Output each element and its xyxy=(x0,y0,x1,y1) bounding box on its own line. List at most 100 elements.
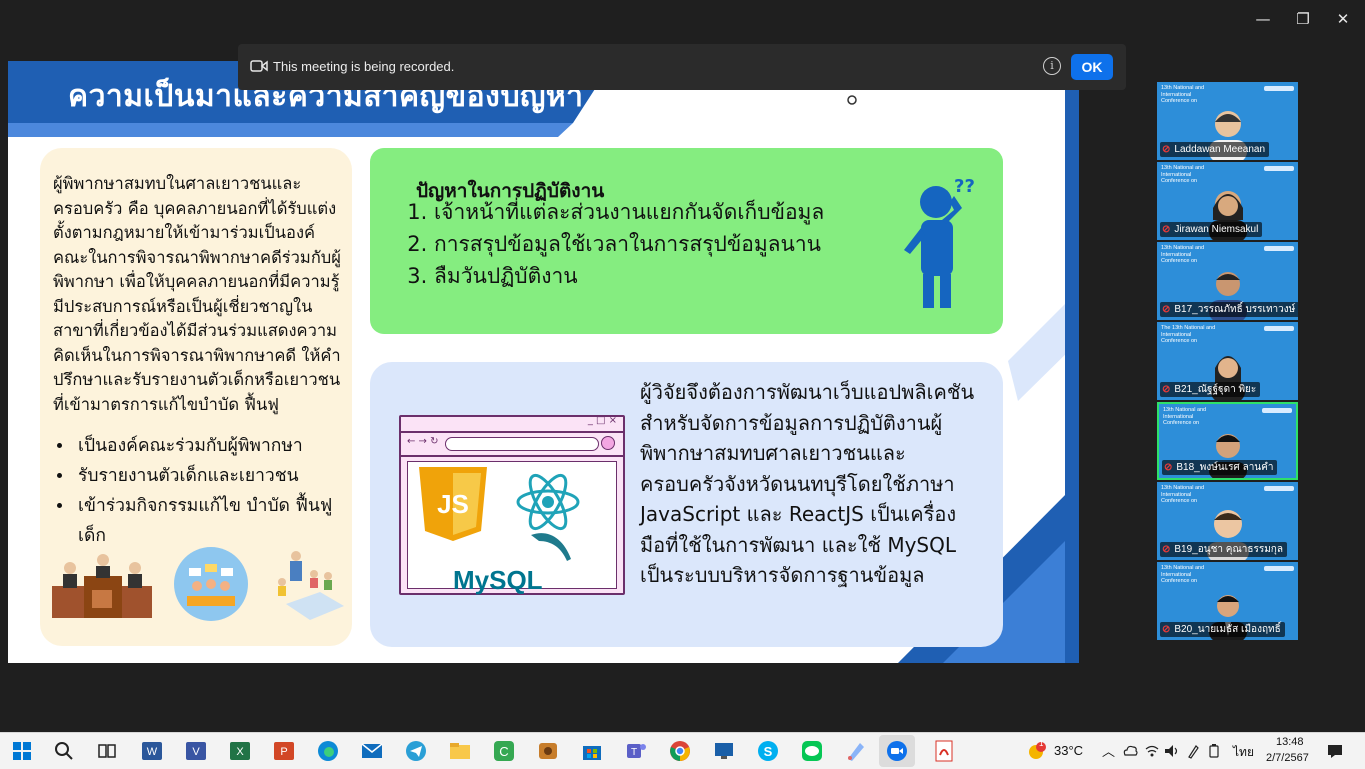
svg-text:X: X xyxy=(236,746,244,758)
children-activity-illustration xyxy=(278,551,344,620)
react-logo-icon xyxy=(516,473,580,531)
background-paragraph: ผู้พิพากษาสมทบในศาลเยาวชนและครอบครัว คือ… xyxy=(53,174,341,414)
js-logo-text: JS xyxy=(437,489,469,519)
svg-text:P: P xyxy=(280,746,287,758)
skype-icon[interactable]: S xyxy=(756,739,780,763)
word-icon[interactable]: W xyxy=(140,739,164,763)
background-card: ผู้พิพากษาสมทบในศาลเยาวชนและครอบครัว คือ… xyxy=(40,148,352,646)
muted-mic-icon: ⊘ xyxy=(1162,624,1171,635)
conference-logos xyxy=(1262,408,1292,413)
list-item: เป็นองค์คณะร่วมกับผู้พิพากษา xyxy=(74,431,352,461)
visio-icon[interactable]: V xyxy=(184,739,208,763)
list-item: รับรายงานตัวเด็กและเยาวชน xyxy=(74,461,352,491)
javascript-logo-icon: JS xyxy=(419,467,487,541)
participant-name: ⊘ Laddawan Meeanan xyxy=(1160,142,1270,157)
notification-icon[interactable] xyxy=(1327,743,1343,759)
recording-message: This meeting is being recorded. xyxy=(273,59,455,74)
telegram-icon[interactable] xyxy=(404,739,428,763)
muted-mic-icon: ⊘ xyxy=(1162,384,1171,395)
pen-icon[interactable] xyxy=(1186,743,1200,759)
participant-tile[interactable]: The 13th National and International Conf… xyxy=(1157,322,1298,400)
recording-banner: This meeting is being recorded. i OK xyxy=(238,44,1126,90)
browser-url-field xyxy=(445,437,599,451)
browser-title-bar: _ □ × xyxy=(401,415,623,433)
restore-button[interactable]: ❐ xyxy=(1290,8,1316,30)
meeting-illustration xyxy=(174,547,248,621)
solution-text: ผู้วิจัยจึงต้องการพัฒนาเว็บแอปพลิเคชันสำ… xyxy=(640,380,975,587)
weather-icon[interactable] xyxy=(1026,741,1048,761)
wifi-icon[interactable] xyxy=(1144,744,1160,758)
info-icon[interactable]: i xyxy=(1043,57,1061,75)
remote-desktop-icon[interactable] xyxy=(712,739,736,763)
participant-tile-active-speaker[interactable]: 13th National and International Conferen… xyxy=(1157,402,1298,480)
teams-icon[interactable]: T xyxy=(624,739,648,763)
muted-mic-icon: ⊘ xyxy=(1164,462,1173,473)
pdf-reader-icon[interactable] xyxy=(932,739,956,763)
conference-logos xyxy=(1264,486,1294,491)
windows-taskbar: W V X P C T S 1 33°C ︿ ไทย 13:48 2/7/256… xyxy=(0,732,1365,769)
mouse-cursor-icon xyxy=(847,95,857,105)
line-icon[interactable] xyxy=(800,739,824,763)
search-icon[interactable] xyxy=(52,739,76,763)
minimize-button[interactable]: — xyxy=(1250,8,1276,30)
participant-tile[interactable]: 13th National and International Conferen… xyxy=(1157,242,1298,320)
shared-screen-slide: ความเป็นมาและความสำคัญของปัญหา ผู้พิพากษ… xyxy=(8,61,1079,663)
clock-time[interactable]: 13:48 xyxy=(1276,736,1304,748)
muted-mic-icon: ⊘ xyxy=(1162,544,1171,555)
participant-tile[interactable]: 13th National and International Conferen… xyxy=(1157,482,1298,560)
svg-text:V: V xyxy=(192,746,200,758)
participant-name: ⊘ B18_พงษ์นเรศ ลานคำ xyxy=(1162,460,1278,475)
weather-badge: 1 xyxy=(1039,739,1044,748)
courtroom-illustration xyxy=(52,554,152,618)
ok-button[interactable]: OK xyxy=(1071,54,1113,80)
list-item: ลืมวันปฏิบัติงาน xyxy=(434,260,824,292)
browser-nav-icons: ← → ↻ xyxy=(407,436,439,447)
participant-name: ⊘ B17_วรรณภัทธิ์ บรรเทาวงษ์ xyxy=(1160,302,1298,317)
clock-date[interactable]: 2/7/2567 xyxy=(1266,752,1309,764)
file-explorer-icon[interactable] xyxy=(448,739,472,763)
conference-logos xyxy=(1264,566,1294,571)
participant-name: ⊘ B21_ณัฐฐ์ฐุดา พิยะ xyxy=(1160,382,1261,397)
store-icon[interactable] xyxy=(580,739,604,763)
svg-text:T: T xyxy=(631,747,637,758)
mysql-logo: MySQL xyxy=(453,565,543,595)
svg-text:W: W xyxy=(147,746,158,758)
participant-tile[interactable]: 13th National and International Conferen… xyxy=(1157,562,1298,640)
volume-icon[interactable] xyxy=(1164,744,1180,758)
powerpoint-icon[interactable]: P xyxy=(272,739,296,763)
svg-text:S: S xyxy=(764,744,773,759)
edge-icon[interactable] xyxy=(316,739,340,763)
zoom-icon[interactable] xyxy=(885,739,909,763)
list-item: การสรุปข้อมูลใช้เวลาในการสรุปข้อมูลนาน xyxy=(434,228,824,260)
close-button[interactable]: ✕ xyxy=(1330,8,1356,30)
muted-mic-icon: ⊘ xyxy=(1162,304,1171,315)
browser-window-illustration: _ □ × ← → ↻ JS MySQL xyxy=(399,415,625,595)
video-camera-icon xyxy=(250,60,268,72)
participant-name: ⊘ Jirawan Niemsakul xyxy=(1160,222,1263,237)
problems-card: ปัญหาในการปฏิบัติงาน เจ้าหน้าที่แต่ละส่ว… xyxy=(370,148,1003,334)
confused-person-illustration: ?? xyxy=(904,176,975,308)
participant-tile[interactable]: 13th National and International Conferen… xyxy=(1157,82,1298,160)
conference-logos xyxy=(1264,86,1294,91)
cloud-icon[interactable] xyxy=(1122,744,1138,756)
muted-mic-icon: ⊘ xyxy=(1162,144,1171,155)
chrome-icon[interactable] xyxy=(668,739,692,763)
windows-start-icon[interactable] xyxy=(10,739,34,763)
weather-temperature[interactable]: 33°C xyxy=(1054,743,1083,758)
game-icon[interactable] xyxy=(536,739,560,763)
problems-list: เจ้าหน้าที่แต่ละส่วนงานแยกกันจัดเก็บข้อม… xyxy=(410,196,824,292)
camtasia-icon[interactable]: C xyxy=(492,739,516,763)
svg-text:C: C xyxy=(499,744,508,759)
mail-icon[interactable] xyxy=(360,739,384,763)
browser-dot-icon xyxy=(601,436,615,450)
task-view-icon[interactable] xyxy=(95,739,119,763)
muted-mic-icon: ⊘ xyxy=(1162,224,1171,235)
conference-logos xyxy=(1264,166,1294,171)
input-language[interactable]: ไทย xyxy=(1233,743,1254,762)
paint-icon[interactable] xyxy=(844,739,868,763)
battery-icon[interactable] xyxy=(1206,743,1222,759)
participant-tile[interactable]: 13th National and International Conferen… xyxy=(1157,162,1298,240)
excel-icon[interactable]: X xyxy=(228,739,252,763)
show-hidden-icons-chevron[interactable]: ︿ xyxy=(1102,741,1115,760)
conference-logos xyxy=(1264,326,1294,331)
